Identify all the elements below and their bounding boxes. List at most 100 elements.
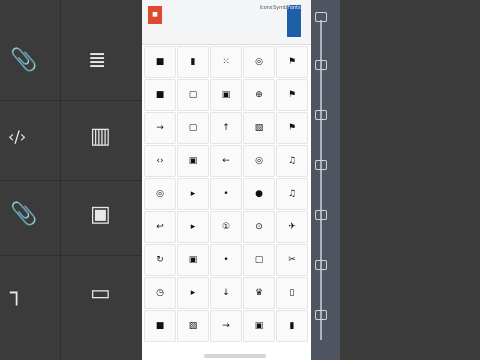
icon-cell[interactable]: ▸: [177, 277, 209, 309]
icon-cell[interactable]: ◎: [144, 178, 176, 210]
icon-cell[interactable]: →: [210, 310, 242, 342]
symbol-icon: ■: [155, 90, 165, 100]
notes-icon: ≣: [88, 48, 107, 73]
icon-cell[interactable]: ♫: [276, 145, 308, 177]
side-control[interactable]: [315, 310, 327, 320]
symbol-icon: ↓: [222, 288, 230, 298]
icon-cell[interactable]: ◎: [243, 145, 275, 177]
icon-cell[interactable]: ▨: [177, 310, 209, 342]
icon-cell[interactable]: ⚑: [276, 46, 308, 78]
icon-grid: ■ ▮ ⁙ ◎ ⚑ ■ ▢ ▣ ⊕ ⚑ → ▢ ↑ ▧ ⚑ ‹› ▣ ← ◎ ♫ ◎ ▸ • ● ♫ ↩ ▸ ① ⊙ ✈ ↻ ▣ • ▢ ✂ ◷ ▸ ↓ ♛…: [144, 46, 310, 346]
symbol-icon: ■: [155, 321, 165, 331]
symbol-icon: ⁙: [222, 57, 230, 67]
symbol-icon: •: [223, 255, 229, 265]
media-icon: ▣: [90, 202, 111, 227]
symbol-icon: ♫: [287, 156, 297, 166]
side-control[interactable]: [315, 260, 327, 270]
symbol-icon: ←: [222, 156, 230, 166]
icon-cell[interactable]: ▧: [243, 112, 275, 144]
icon-cell[interactable]: ●: [243, 178, 275, 210]
icon-cell[interactable]: ♫: [276, 178, 308, 210]
icon-cell[interactable]: •: [210, 244, 242, 276]
icon-cell[interactable]: ▣: [177, 244, 209, 276]
icon-cell[interactable]: ▸: [177, 178, 209, 210]
symbol-icon: ⚑: [287, 57, 297, 67]
symbol-icon: ♛: [254, 288, 264, 298]
symbol-icon: ▮: [289, 321, 295, 331]
icon-cell[interactable]: ←: [210, 145, 242, 177]
symbol-icon: ♫: [287, 189, 297, 199]
icon-cell[interactable]: ↩: [144, 211, 176, 243]
symbol-icon: ▯: [289, 288, 295, 298]
icon-cell[interactable]: ▢: [243, 244, 275, 276]
icon-cell[interactable]: ⚑: [276, 112, 308, 144]
icon-cell[interactable]: ▣: [210, 79, 242, 111]
symbol-icon: ▢: [188, 123, 198, 133]
icon-cell[interactable]: →: [144, 112, 176, 144]
symbol-icon: →: [156, 123, 164, 133]
icon-cell[interactable]: ▮: [177, 46, 209, 78]
icon-cell[interactable]: ▣: [177, 145, 209, 177]
icon-cell[interactable]: ▯: [276, 277, 308, 309]
icon-cell[interactable]: ■: [144, 46, 176, 78]
home-indicator[interactable]: [204, 354, 266, 358]
nav-item-fonts[interactable]: Fonts: [287, 5, 301, 37]
side-control[interactable]: [315, 210, 327, 220]
side-control[interactable]: [315, 60, 327, 70]
icon-cell[interactable]: ◎: [243, 46, 275, 78]
icon-cell[interactable]: •: [210, 178, 242, 210]
symbol-icon: ①: [221, 222, 231, 232]
symbol-icon: ⚑: [287, 123, 297, 133]
icon-cell[interactable]: ■: [144, 79, 176, 111]
side-control[interactable]: [315, 110, 327, 120]
icon-cell[interactable]: ▮: [276, 310, 308, 342]
key-icon: ┐: [10, 281, 24, 306]
icon-cell[interactable]: ⊕: [243, 79, 275, 111]
icon-cell[interactable]: ①: [210, 211, 242, 243]
side-control[interactable]: [315, 160, 327, 170]
icon-cell[interactable]: ‹›: [144, 145, 176, 177]
symbol-icon: ▣: [254, 321, 264, 331]
symbol-icon: ▣: [188, 255, 198, 265]
symbol-icon: ▸: [190, 288, 196, 298]
symbol-icon: ‹›: [156, 156, 164, 166]
icon-cell[interactable]: ⁙: [210, 46, 242, 78]
symbol-icon: ⊙: [255, 222, 263, 232]
symbol-icon: ▣: [188, 156, 198, 166]
symbol-icon: ▢: [254, 255, 264, 265]
icon-cell[interactable]: ↑: [210, 112, 242, 144]
icon-cell[interactable]: ▣: [243, 310, 275, 342]
icon-cell[interactable]: ↻: [144, 244, 176, 276]
symbol-icon: ▮: [190, 57, 196, 67]
icon-cell[interactable]: ▸: [177, 211, 209, 243]
icon-cell[interactable]: ↓: [210, 277, 242, 309]
symbol-icon: ⚑: [287, 90, 297, 100]
code-icon: ‹/›: [8, 127, 27, 146]
symbol-icon: ▸: [190, 222, 196, 232]
nav-item-symbols[interactable]: Symbols: [273, 5, 294, 37]
icon-cell[interactable]: ▢: [177, 79, 209, 111]
icon-cell[interactable]: ✈: [276, 211, 308, 243]
symbol-icon: ▨: [188, 321, 198, 331]
background-right-panel: [341, 0, 480, 360]
symbol-icon: ▢: [188, 90, 198, 100]
icon-cell[interactable]: ⊙: [243, 211, 275, 243]
icon-cell[interactable]: ■: [144, 310, 176, 342]
brand-button[interactable]: ■: [148, 6, 162, 24]
icon-cell[interactable]: ♛: [243, 277, 275, 309]
nav-item-icons[interactable]: Icons: [259, 5, 273, 37]
side-control[interactable]: [315, 12, 327, 22]
battery-icon: ▥: [90, 124, 111, 149]
symbol-icon: ■: [155, 57, 165, 67]
icon-cell[interactable]: ◷: [144, 277, 176, 309]
icon-cell[interactable]: ✂: [276, 244, 308, 276]
icon-cell[interactable]: ⚑: [276, 79, 308, 111]
icon-cell[interactable]: ▢: [177, 112, 209, 144]
symbol-icon: ◎: [255, 156, 263, 166]
attach-icon: 📎: [10, 48, 38, 73]
attach-icon: 📎: [10, 202, 38, 227]
symbol-icon: •: [223, 189, 229, 199]
symbol-icon: ▸: [190, 189, 196, 199]
symbol-icon: ↑: [222, 123, 230, 133]
top-toolbar: ■ Icons Symbols Fonts: [142, 0, 311, 45]
